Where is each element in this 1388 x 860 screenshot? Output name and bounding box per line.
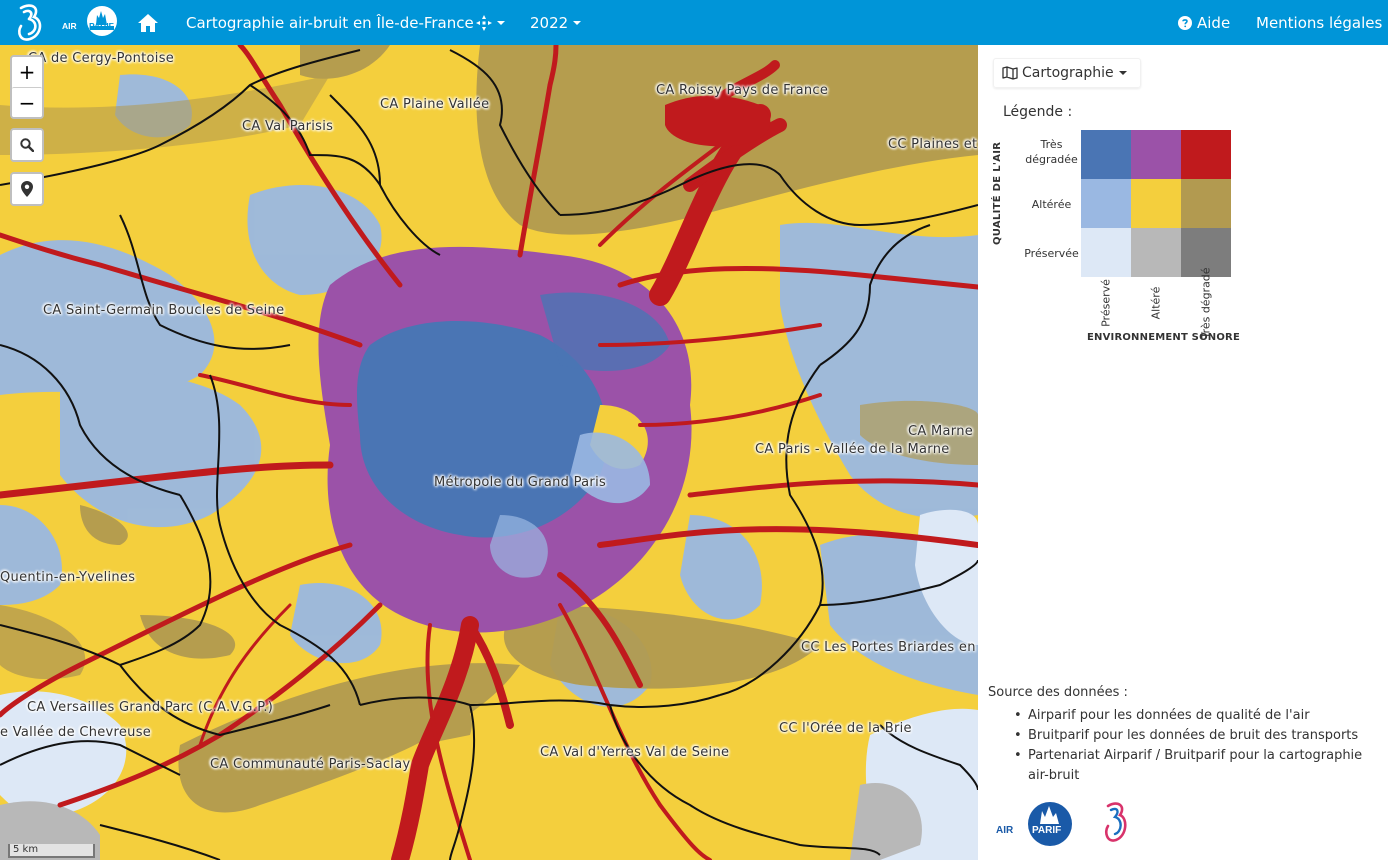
top-navbar: AIR PARIF Cartographie air-bruit en Île-… (0, 0, 1388, 45)
zoom-in-button[interactable]: + (12, 57, 42, 87)
legend-col-label: Très dégradé (1199, 267, 1213, 339)
legend-cell (1081, 130, 1131, 179)
map-marker-icon (21, 181, 33, 197)
map-icon (1002, 66, 1018, 80)
legend-cell (1181, 130, 1231, 179)
map-label-roissy: CA Roissy Pays de France (656, 83, 829, 98)
locate-control (10, 172, 44, 206)
legend-row-label: Préservée (1024, 247, 1079, 260)
list-item: Partenariat Airparif / Bruitparif pour l… (1010, 746, 1380, 786)
year-dropdown[interactable]: 2022 (530, 0, 582, 45)
side-panel: Cartographie Légende : QUALITÉ DE L'AIR … (978, 45, 1388, 860)
map-label-cergy: CA de Cergy-Pontoise (28, 51, 175, 66)
year-value: 2022 (530, 13, 569, 32)
legend-cell (1131, 179, 1181, 228)
search-control (10, 128, 44, 162)
cartographie-label: Cartographie (1022, 65, 1114, 81)
crosshairs-icon (476, 14, 492, 31)
map-label-paris-saclay: CA Communauté Paris-Saclay (210, 757, 411, 772)
source-list: Airparif pour les données de qualité de … (1010, 706, 1380, 786)
airparif-logo[interactable]: AIR PARIF (60, 4, 118, 38)
bruitparif-logo[interactable] (12, 2, 46, 42)
list-item: Airparif pour les données de qualité de … (1010, 706, 1380, 726)
legend-air-axis: QUALITÉ DE L'AIR (992, 141, 1003, 245)
search-button[interactable] (12, 130, 42, 160)
legend-cell (1131, 130, 1181, 179)
locate-button[interactable] (12, 174, 42, 204)
zoom-control: + − (10, 55, 44, 119)
airparif-footer-parif: PARIF (1032, 825, 1061, 836)
map-label-chevreuse: e Vallée de Chevreuse (0, 725, 152, 740)
map-label-saint-quentin: Quentin-en-Yvelines (0, 570, 136, 585)
chevron-down-icon (1118, 71, 1127, 75)
map-label-versailles: CA Versailles Grand Parc (C.A.V.G.P.) (27, 700, 274, 715)
cartographie-dropdown[interactable]: Cartographie (993, 58, 1141, 88)
legend-cell (1081, 179, 1131, 228)
legend-col-label: Altéré (1149, 286, 1163, 320)
bruitparif-footer-logo[interactable] (1100, 800, 1130, 846)
zoom-out-button[interactable]: − (12, 87, 42, 117)
help-link[interactable]: Aide (1178, 0, 1230, 45)
legend-noise-axis: ENVIRONNEMENT SONORE (1087, 332, 1240, 343)
legend-cell (1181, 179, 1231, 228)
layers-dropdown[interactable] (476, 0, 505, 45)
list-item: Bruitparif pour les données de bruit des… (1010, 726, 1380, 746)
legend-cell (1081, 228, 1131, 277)
legend-cell (1131, 228, 1181, 277)
airparif-footer-logo[interactable]: AIR PARIF (994, 801, 1074, 847)
map-label-plaines: CC Plaines et (888, 137, 978, 152)
search-icon (20, 138, 34, 152)
page-title: Cartographie air-bruit en Île-de-France (186, 13, 474, 32)
map-label-oree-brie: CC l'Orée de la Brie (779, 721, 912, 736)
map-label-metropole: Métropole du Grand Paris (434, 475, 607, 490)
map-label-saint-germain: CA Saint-Germain Boucles de Seine (43, 303, 285, 318)
home-icon (138, 13, 158, 32)
map-label-portes-briardes: CC Les Portes Briardes en (801, 640, 976, 655)
help-label: Aide (1197, 13, 1231, 32)
map-label-marne: CA Marne (908, 424, 974, 439)
map-label-val-yerres: CA Val d'Yerres Val de Seine (540, 745, 730, 760)
question-circle-icon (1178, 15, 1192, 30)
home-button[interactable] (137, 0, 159, 45)
map-label-plaine-vallee: CA Plaine Vallée (380, 97, 490, 112)
legend-row-label: Très dégradée (1025, 138, 1078, 166)
map-label-val-parisis: CA Val Parisis (242, 119, 334, 134)
legal-link[interactable]: Mentions légales (1256, 0, 1382, 45)
legend-title: Légende : (1003, 104, 1073, 120)
scale-bar: 5 km (8, 844, 95, 858)
legend-col-label: Préservé (1099, 279, 1113, 327)
legend-row-label: Altérée (1031, 198, 1072, 211)
map-canvas[interactable]: CA de Cergy-Pontoise CA Plaine Vallée CA… (0, 45, 978, 860)
source-title: Source des données : (988, 685, 1128, 700)
map-label-paris-vallee-marne: CA Paris - Vallée de la Marne (755, 442, 950, 457)
chevron-down-icon (573, 20, 582, 25)
chevron-down-icon (497, 20, 505, 25)
airparif-logo-air: AIR (62, 21, 77, 31)
airparif-footer-air: AIR (996, 825, 1014, 836)
